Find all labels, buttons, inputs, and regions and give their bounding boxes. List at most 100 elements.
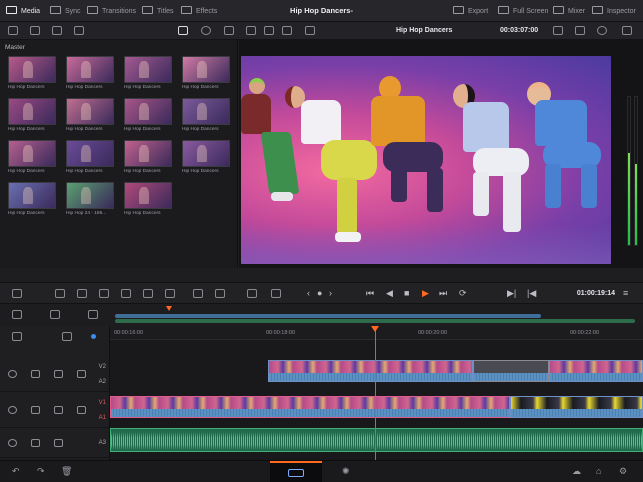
playhead[interactable] [375,326,376,462]
crop-icon[interactable] [553,26,563,35]
place-on-top-icon[interactable] [121,289,131,298]
media-clip[interactable]: Hip Hop Dancers [66,56,114,90]
close-up-icon[interactable] [193,289,203,298]
ruler-timecode: 00:00:18:00 [266,330,296,336]
search-icon[interactable] [201,26,211,35]
jog-icon[interactable]: ● [317,289,322,298]
folder-icon[interactable] [30,26,40,35]
clip-v1-1[interactable] [110,396,510,418]
overview-playhead[interactable] [166,306,172,311]
media-clip[interactable]: Hip Hop Dancers [124,56,172,90]
clip-a3-music[interactable] [110,428,643,452]
stop-icon[interactable]: ■ [404,289,409,298]
video-enable-icon[interactable] [77,406,86,414]
media-clip[interactable]: Hip Hop Dancers [8,140,56,174]
track-a3-target-icon[interactable] [8,439,17,447]
sync-tab[interactable]: Sync [50,6,81,15]
ripple-icon[interactable] [165,289,175,298]
overwrite-icon[interactable] [77,289,87,298]
go-to-start-icon[interactable]: ⏮ [366,289,374,298]
media-clip[interactable]: Hip Hop Dancers [66,140,114,174]
timeline-options-icon[interactable] [12,289,22,298]
media-clip[interactable]: Hip Hop Dancers [124,182,172,216]
mixer-tab[interactable]: Mixer [553,6,585,15]
cloud-icon[interactable]: ☁ [572,467,581,476]
sort-icon[interactable] [224,26,234,35]
clip-v2-transition[interactable] [473,360,549,382]
source-overwrite-icon[interactable] [215,289,225,298]
lock-icon[interactable] [31,439,40,447]
color-icon[interactable] [597,26,607,35]
in-point-icon[interactable]: |◀ [527,289,536,298]
effects-tab[interactable]: Effects [181,6,217,15]
replace-icon[interactable] [99,289,109,298]
transform-icon[interactable] [575,26,585,35]
export-button[interactable]: Export [453,6,488,15]
smart-bin-icon[interactable] [74,26,84,35]
viewer-options-icon[interactable] [305,26,315,35]
full-screen-button[interactable]: Full Screen [498,6,548,15]
snap-icon[interactable] [88,310,98,319]
media-clip[interactable]: Hip Hop Dancers [66,98,114,132]
track-height-icon[interactable] [12,310,22,319]
clip-v2-2[interactable] [549,360,643,382]
settings-gear-icon[interactable]: ⚙ [619,467,627,476]
track-v2-target-icon[interactable] [8,370,17,378]
play-icon[interactable]: ▶ [422,289,429,298]
track-v1-target-icon[interactable] [8,406,17,414]
media-clip[interactable]: Hip Hop Dancers [8,56,56,90]
speaker-icon[interactable] [54,370,63,378]
zoom-icon[interactable] [50,310,60,319]
media-clip[interactable]: Hip Hop 24 - 186... [66,182,114,216]
record-dot[interactable] [91,334,96,339]
media-tab[interactable]: Media [6,6,40,15]
append-icon[interactable] [143,289,153,298]
media-clip[interactable]: Hip Hop Dancers [8,182,56,216]
speaker-icon[interactable] [54,406,63,414]
media-clip[interactable]: Hip Hop Dancers [182,98,230,132]
marker-icon[interactable] [271,289,281,298]
import-icon[interactable] [8,26,18,35]
mini-timeline[interactable] [0,304,643,326]
audio-icon[interactable] [622,26,632,35]
redo-icon[interactable]: ↷ [37,467,45,476]
video-enable-icon[interactable] [77,370,86,378]
layout-dual-icon[interactable] [264,26,274,35]
media-clip[interactable]: Hip Hop Dancers [182,140,230,174]
previous-clip-icon[interactable]: ‹ [307,289,310,298]
reverse-icon[interactable]: ◀ [386,289,393,298]
playhead-handle[interactable] [371,326,379,332]
loop-icon[interactable]: ⟳ [459,289,467,298]
next-clip-icon[interactable]: › [329,289,332,298]
delete-icon[interactable]: 🗑 [61,467,72,476]
media-clip[interactable]: Hip Hop Dancers [124,98,172,132]
link-icon[interactable] [52,26,62,35]
clip-v2-1[interactable] [268,360,473,382]
media-clip[interactable]: Hip Hop Dancers [182,56,230,90]
page-cut-tab[interactable] [270,461,322,482]
timeline-tracks[interactable] [110,340,643,460]
color-page-icon[interactable]: ✺ [342,467,350,476]
clip-v1-2[interactable] [510,396,643,418]
grid-view-icon[interactable] [178,26,188,35]
media-clip[interactable]: Hip Hop Dancers [124,140,172,174]
trim-icon[interactable] [62,332,72,341]
audio-trim-icon[interactable] [247,289,257,298]
undo-icon[interactable]: ↶ [12,467,20,476]
menu-icon[interactable]: ≡ [623,289,628,298]
go-to-end-icon[interactable]: ⏭ [439,289,447,298]
layout-single-icon[interactable] [246,26,256,35]
viewer-frame[interactable] [241,56,611,264]
home-icon[interactable]: ⌂ [596,467,601,476]
layout-preview-icon[interactable] [282,26,292,35]
speaker-icon[interactable] [54,439,63,447]
titles-tab[interactable]: Titles [142,6,173,15]
lock-icon[interactable] [31,370,40,378]
inspector-tab[interactable]: Inspector [592,6,636,15]
lock-icon[interactable] [31,406,40,414]
track-view-icon[interactable] [12,332,22,341]
insert-icon[interactable] [55,289,65,298]
next-frame-icon[interactable]: ▶| [507,289,516,298]
media-clip[interactable]: Hip Hop Dancers [8,98,56,132]
transitions-tab[interactable]: Transitions [87,6,136,15]
